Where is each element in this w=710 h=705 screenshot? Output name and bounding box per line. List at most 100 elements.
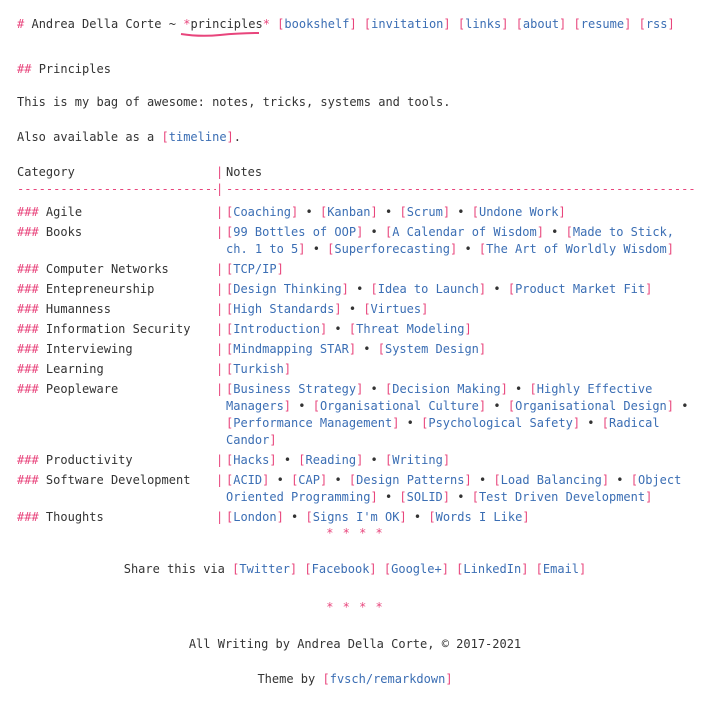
note-link-writing-wrapper: [Writing] [385, 453, 451, 467]
nav-active-principles[interactable]: *principles* [181, 17, 270, 37]
note-link-tcp-ip[interactable]: TCP/IP [233, 262, 276, 276]
note-link-london[interactable]: London [233, 510, 276, 524]
share-link-linkedin[interactable]: LinkedIn [463, 562, 521, 576]
note-link-superforecasting[interactable]: Superforecasting [334, 242, 450, 256]
note-link-turkish-wrapper: [Turkish] [226, 362, 292, 376]
table-row: ### Agile | [Coaching] • [Kanban] • [Scrum… [17, 204, 693, 221]
note-link-idea-to-launch[interactable]: Idea to Launch [378, 282, 479, 296]
theme-credit: Theme by [fvsch/remarkdown] [257, 672, 453, 686]
category-cell: ### Information Security [17, 322, 191, 336]
share-link-twitter[interactable]: Twitter [239, 562, 290, 576]
note-link-decision-making[interactable]: Decision Making [392, 382, 500, 396]
note-link-acid[interactable]: ACID [233, 473, 262, 487]
note-link-introduction[interactable]: Introduction [233, 322, 320, 336]
note-link-high-standards[interactable]: High Standards [233, 302, 334, 316]
note-link-design-patterns[interactable]: Design Patterns [356, 473, 464, 487]
note-link-99-bottles-of-oop[interactable]: 99 Bottles of OOP [233, 225, 356, 239]
note-link-load-balancing[interactable]: Load Balancing [501, 473, 602, 487]
note-link-design-patterns-wrapper: [Design Patterns] [348, 473, 472, 487]
note-link-scrum-wrapper: [Scrum] [399, 205, 451, 219]
nav-link-resume[interactable]: resume [581, 17, 624, 31]
note-link-hacks[interactable]: Hacks [233, 453, 269, 467]
category-cell: ### Books [17, 225, 83, 239]
table-separator: ---------------------------- | ----------… [17, 182, 696, 196]
category-cell: ### Thoughts [17, 510, 104, 524]
note-link-words-i-like-wrapper: [Words I Like] [428, 510, 530, 524]
note-link-organisational-design[interactable]: Organisational Design [515, 399, 667, 413]
note-link-solid[interactable]: SOLID [407, 490, 443, 504]
category-cell: ### Humanness [17, 302, 111, 316]
note-link-signs-i-m-ok[interactable]: Signs I'm OK [313, 510, 400, 524]
theme-link[interactable]: fvsch/remarkdown [330, 672, 446, 686]
note-link-words-i-like[interactable]: Words I Like [436, 510, 523, 524]
site-header: # Andrea Della Corte ~ *principles* [boo… [17, 16, 675, 37]
share-link-email[interactable]: Email [543, 562, 579, 576]
note-link-business-strategy[interactable]: Business Strategy [233, 382, 356, 396]
table-row: ### Interviewing | [Mindmapping STAR] • [S… [17, 341, 693, 358]
note-link-test-driven-development[interactable]: Test Driven Development [479, 490, 645, 504]
notes-cell: [Design Thinking] • [Idea to Launch] • [… [226, 282, 653, 296]
note-link-virtues[interactable]: Virtues [371, 302, 422, 316]
note-link-high-standards-wrapper: [High Standards] [226, 302, 342, 316]
note-link-organisational-culture[interactable]: Organisational Culture [320, 399, 479, 413]
table-row: ### Learning | [Turkish] [17, 361, 693, 378]
note-link-undone-work-wrapper: [Undone Work] [471, 205, 566, 219]
heading-marker: # [17, 17, 25, 31]
notes-cell: [Introduction] • [Threat Modeling] [226, 322, 472, 336]
note-link-cap[interactable]: CAP [298, 473, 320, 487]
table-row: ### Peopleware | [Business Strategy] • [De… [17, 381, 693, 449]
intro-text: This is my bag of awesome: notes, tricks… [17, 95, 451, 109]
note-link-decision-making-wrapper: [Decision Making] [384, 382, 508, 396]
nav-link-rss[interactable]: rss [646, 17, 668, 31]
nav-link-bookshelf-wrapper: [bookshelf] [277, 17, 357, 31]
note-link-coaching[interactable]: Coaching [233, 205, 291, 219]
note-link-writing[interactable]: Writing [392, 453, 443, 467]
nav-link-resume-wrapper: [resume] [573, 17, 632, 31]
table-row: ### Humanness | [High Standards] • [Virtue… [17, 301, 693, 318]
col-header-category: Category [17, 165, 75, 179]
note-link-tcp-ip-wrapper: [TCP/IP] [226, 262, 284, 276]
share-link-facebook[interactable]: Facebook [312, 562, 370, 576]
divider-stars: * * * * [326, 526, 384, 540]
note-link-product-market-fit-wrapper: [Product Market Fit] [507, 282, 653, 296]
note-link-psychological-safety[interactable]: Psychological Safety [428, 416, 573, 430]
timeline-paragraph: Also available as a [timeline]. [17, 130, 242, 144]
note-link-design-thinking[interactable]: Design Thinking [233, 282, 341, 296]
note-link-coaching-wrapper: [Coaching] [226, 205, 299, 219]
note-link-scrum[interactable]: Scrum [407, 205, 443, 219]
note-link-undone-work[interactable]: Undone Work [479, 205, 558, 219]
table-row: ### Entepreneurship | [Design Thinking] • … [17, 281, 693, 298]
nav-link-invitation[interactable]: invitation [371, 17, 443, 31]
note-link-solid-wrapper: [SOLID] [399, 490, 451, 504]
principles-table: Category | Notes ------------------------… [17, 164, 696, 526]
note-link-kanban[interactable]: Kanban [327, 205, 370, 219]
note-link-performance-management[interactable]: Performance Management [233, 416, 392, 430]
nav-link-links-wrapper: [links] [457, 17, 509, 31]
underline-scribble [181, 32, 260, 37]
note-link-product-market-fit[interactable]: Product Market Fit [515, 282, 645, 296]
table-row: ### Thoughts | [London] • [Signs I'm OK] •… [17, 509, 693, 526]
nav-link-bookshelf[interactable]: bookshelf [284, 17, 349, 31]
divider-stars-2: * * * * [326, 600, 384, 614]
notes-cell: [Hacks] • [Reading] • [Writing] [226, 453, 451, 467]
note-link-virtues-wrapper: [Virtues] [363, 302, 429, 316]
note-link-a-calendar-of-wisdom[interactable]: A Calendar of Wisdom [392, 225, 537, 239]
nav-link-about[interactable]: about [523, 17, 559, 31]
share-link-google[interactable]: Google+ [391, 562, 442, 576]
note-link-mindmapping-star[interactable]: Mindmapping STAR [233, 342, 349, 356]
nav-link-links[interactable]: links [465, 17, 501, 31]
timeline-link[interactable]: timeline [169, 130, 227, 144]
share-link-google-wrapper: [Google+] [383, 562, 449, 576]
note-link-the-art-of-worldly-wisdom-wrapper: [The Art of Worldly Wisdom] [478, 242, 675, 256]
note-link-psychological-safety-wrapper: [Psychological Safety] [421, 416, 581, 430]
nav-link-invitation-wrapper: [invitation] [363, 17, 451, 31]
note-link-hacks-wrapper: [Hacks] [226, 453, 277, 467]
note-link-99-bottles-of-oop-wrapper: [99 Bottles of OOP] [226, 225, 364, 239]
note-link-system-design[interactable]: System Design [385, 342, 479, 356]
share-link-linkedin-wrapper: [LinkedIn] [456, 562, 529, 576]
note-link-reading-wrapper: [Reading] [298, 453, 364, 467]
note-link-threat-modeling[interactable]: Threat Modeling [356, 322, 464, 336]
note-link-turkish[interactable]: Turkish [233, 362, 284, 376]
note-link-reading[interactable]: Reading [306, 453, 357, 467]
note-link-the-art-of-worldly-wisdom[interactable]: The Art of Worldly Wisdom [486, 242, 667, 256]
